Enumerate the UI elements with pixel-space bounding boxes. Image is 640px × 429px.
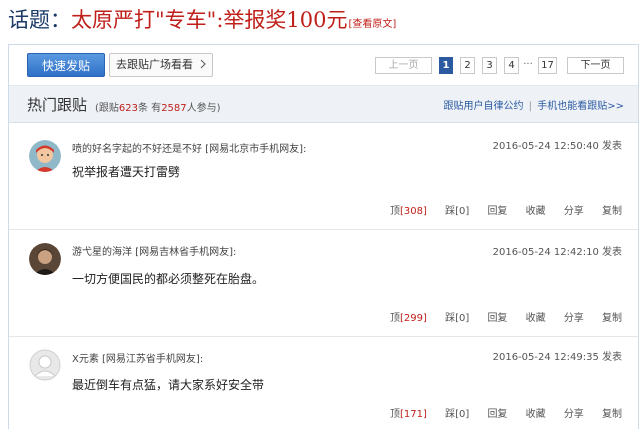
view-original-link[interactable]: [查看原文]: [348, 19, 396, 30]
comment-author[interactable]: 游弋星的海洋 [网易吉林省手机网友]:: [72, 243, 236, 258]
header-links: 跟贴用户自律公约 | 手机也能看跟贴>>: [443, 97, 624, 112]
policy-link[interactable]: 跟贴用户自律公约: [443, 101, 523, 112]
comment-actions: 顶[171] 踩[0] 回复 收藏 分享 复制: [375, 405, 622, 420]
pagination: 上一页 1 2 3 4 ··· 17 下一页: [375, 57, 631, 74]
comment-text: 一切方便国民的都必须整死在胎盘。: [72, 272, 265, 286]
upvote-button[interactable]: 顶[308]: [390, 206, 427, 217]
comment-text: 祝举报者遭天打雷劈: [72, 165, 181, 179]
downvote-button[interactable]: 踩[0]: [445, 206, 469, 217]
hot-comments-title: 热门跟贴: [27, 96, 88, 114]
comments-panel: 快速发贴 去跟贴广场看看 上一页 1 2 3 4 ··· 17 下一页 热门跟贴…: [8, 44, 639, 429]
topic-headline: 太原严打"专车":举报奖100元: [71, 8, 348, 32]
avatar[interactable]: [29, 349, 61, 381]
copy-button[interactable]: 复制: [602, 206, 622, 217]
upvote-count: [299]: [400, 313, 427, 324]
stats-mid: 条 有: [138, 103, 162, 114]
pagination-ellipsis: ···: [523, 59, 533, 70]
comment-time: 2016-05-24 12:42:10 发表: [492, 247, 622, 258]
go-to-square-button[interactable]: 去跟贴广场看看: [109, 53, 213, 77]
comment-text: 最近倒车有点猛，请大家系好安全带: [72, 378, 265, 392]
link-separator: |: [528, 101, 533, 112]
favorite-button[interactable]: 收藏: [526, 206, 546, 217]
mobile-link[interactable]: 手机也能看跟贴>>: [537, 101, 624, 112]
go-to-square-label: 去跟贴广场看看: [116, 58, 193, 71]
page-3-button[interactable]: 3: [482, 57, 497, 74]
upvote-count: [171]: [400, 409, 427, 420]
chevron-right-icon: [200, 59, 206, 69]
share-button[interactable]: 分享: [564, 313, 584, 324]
comment-item: 游弋星的海洋 [网易吉林省手机网友]: 2016-05-24 12:42:10 …: [9, 230, 638, 337]
topic-prefix: 话题：: [8, 8, 71, 32]
share-button[interactable]: 分享: [564, 206, 584, 217]
hot-comments-header: 热门跟贴 (跟贴623条 有2587人参与) 跟贴用户自律公约 | 手机也能看跟…: [9, 86, 638, 123]
comment-time: 2016-05-24 12:50:40 发表: [492, 141, 622, 152]
stats-prefix: (跟贴: [95, 103, 119, 114]
upvote-count: [308]: [400, 206, 427, 217]
upvote-label: 顶: [390, 206, 400, 217]
downvote-button[interactable]: 踩[0]: [445, 409, 469, 420]
page-2-button[interactable]: 2: [460, 57, 475, 74]
downvote-button[interactable]: 踩[0]: [445, 313, 469, 324]
comment-author[interactable]: X元素 [网易江苏省手机网友]:: [72, 350, 203, 365]
stats-suffix: 人参与): [186, 103, 221, 114]
upvote-button[interactable]: 顶[299]: [390, 313, 427, 324]
copy-button[interactable]: 复制: [602, 313, 622, 324]
comment-author[interactable]: 喷的好名字起的不好还是不好 [网易北京市手机网友]:: [72, 140, 306, 155]
copy-button[interactable]: 复制: [602, 409, 622, 420]
comment-actions: 顶[308] 踩[0] 回复 收藏 分享 复制: [375, 202, 622, 217]
comment-stats: (跟贴623条 有2587人参与): [95, 99, 221, 114]
next-page-button[interactable]: 下一页: [567, 57, 624, 74]
comment-item: X元素 [网易江苏省手机网友]: 2016-05-24 12:49:35 发表 …: [9, 337, 638, 429]
upvote-button[interactable]: 顶[171]: [390, 409, 427, 420]
favorite-button[interactable]: 收藏: [526, 409, 546, 420]
share-button[interactable]: 分享: [564, 409, 584, 420]
comment-item: 喷的好名字起的不好还是不好 [网易北京市手机网友]: 2016-05-24 12…: [9, 123, 638, 230]
reply-button[interactable]: 回复: [487, 206, 507, 217]
users-count: 2587: [161, 103, 187, 114]
avatar[interactable]: [29, 140, 61, 172]
avatar[interactable]: [29, 243, 61, 275]
quick-post-button[interactable]: 快速发贴: [27, 53, 105, 77]
prev-page-button[interactable]: 上一页: [375, 57, 432, 74]
upvote-label: 顶: [390, 409, 400, 420]
page-1-button[interactable]: 1: [439, 57, 453, 74]
reply-button[interactable]: 回复: [487, 313, 507, 324]
posts-count: 623: [118, 103, 138, 114]
topic-title: 话题：太原严打"专车":举报奖100元[查看原文]: [8, 4, 396, 36]
comment-actions: 顶[299] 踩[0] 回复 收藏 分享 复制: [375, 309, 622, 324]
favorite-button[interactable]: 收藏: [526, 313, 546, 324]
comment-time: 2016-05-24 12:49:35 发表: [492, 352, 622, 363]
toolbar: 快速发贴 去跟贴广场看看 上一页 1 2 3 4 ··· 17 下一页: [9, 45, 638, 86]
page-4-button[interactable]: 4: [504, 57, 519, 74]
upvote-label: 顶: [390, 313, 400, 324]
page-17-button[interactable]: 17: [538, 57, 557, 74]
reply-button[interactable]: 回复: [487, 409, 507, 420]
